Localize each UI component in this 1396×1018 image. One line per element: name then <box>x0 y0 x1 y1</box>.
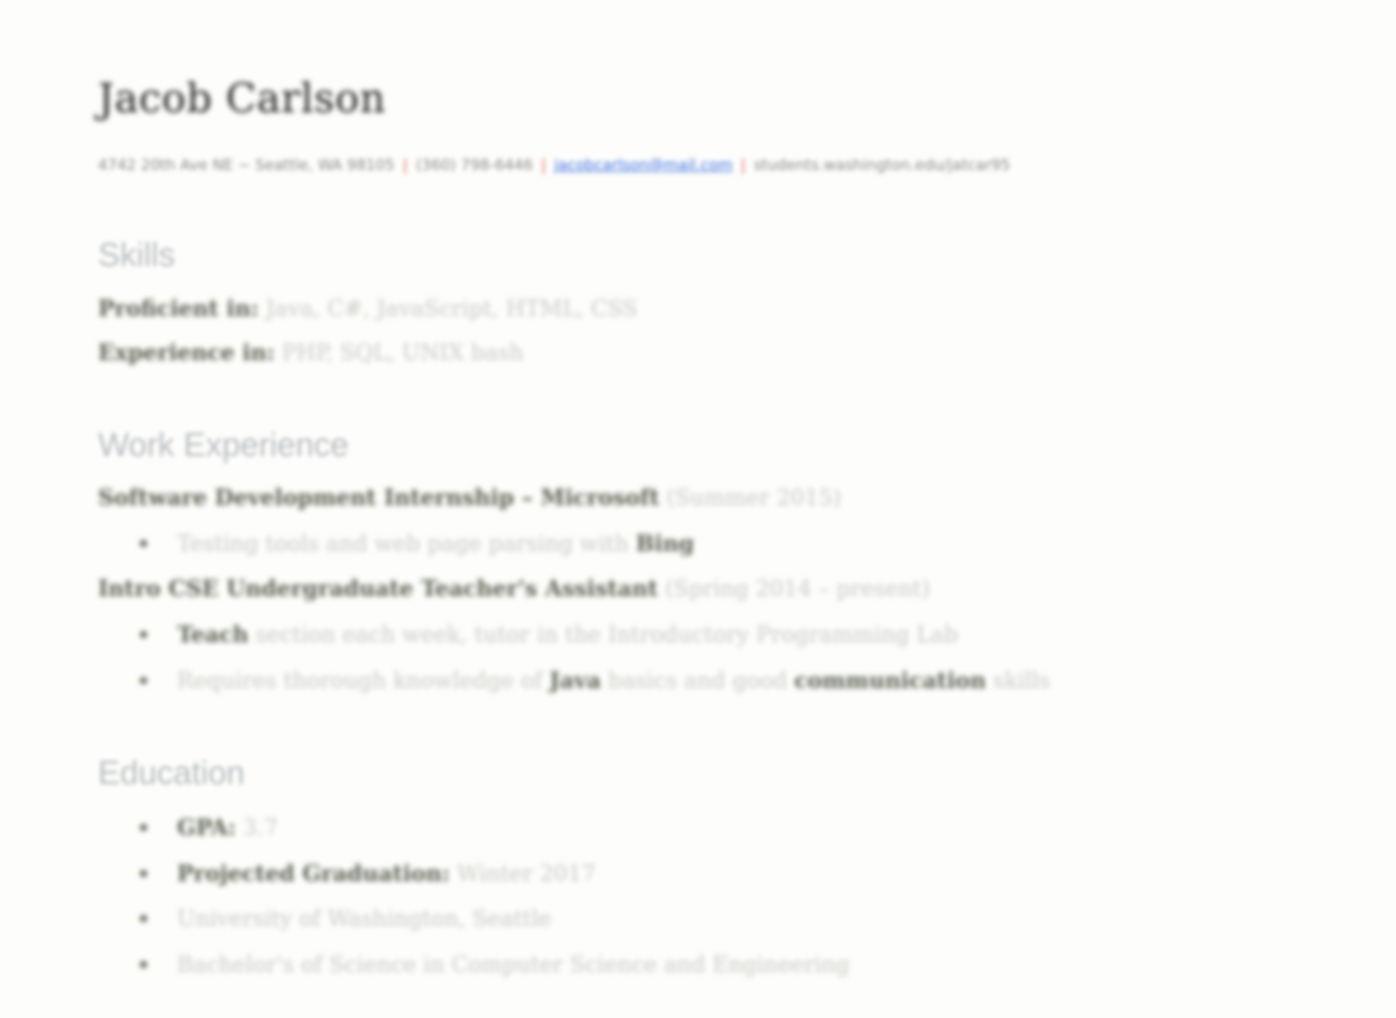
resume-name: Jacob Carlson <box>98 76 386 122</box>
education-grad-label: Projected Graduation: <box>177 861 450 887</box>
education-gpa-value: 3.7 <box>242 816 278 841</box>
education-grad-value: Winter 2017 <box>456 862 596 887</box>
job1-bullet-1: Testing tools and web page parsing with … <box>140 531 694 557</box>
bullet-dot <box>140 914 147 922</box>
bullet-dot <box>140 676 147 684</box>
bullet-dot <box>140 869 147 877</box>
job2-bullet-2-mid: basics and good <box>608 669 788 694</box>
education-degree-text: Bachelor's of Science in Computer Scienc… <box>177 953 850 978</box>
resume-page: Jacob Carlson 4742 20th Ave NE ~ Seattle… <box>0 0 1396 1018</box>
contact-separator: | <box>402 156 408 174</box>
job2-bullet-2: Requires thorough knowledge of Java basi… <box>140 668 1050 694</box>
job2-bullet-2-pre: Requires thorough knowledge of <box>177 669 543 694</box>
contact-separator: | <box>740 156 746 174</box>
job1-dates: (Summer 2015) <box>666 486 842 511</box>
bullet-dot <box>140 539 147 547</box>
education-degree: Bachelor's of Science in Computer Scienc… <box>140 953 850 978</box>
contact-website: students.washington.edu/jatcar95 <box>753 156 1011 174</box>
education-graduation: Projected Graduation: Winter 2017 <box>140 861 596 887</box>
contact-phone: (360) 798-6446 <box>415 156 534 174</box>
education-school: University of Washington, Seattle <box>140 907 551 932</box>
job2-title: Intro CSE Undergraduate Teacher's Assist… <box>98 576 659 602</box>
job2-dates: (Spring 2014 – present) <box>665 577 931 602</box>
contact-line: 4742 20th Ave NE ~ Seattle, WA 98105 | (36… <box>98 156 1010 174</box>
bullet-dot <box>140 823 147 831</box>
skills-proficient-line: Proficient in: Java, C#, JavaScript, HTM… <box>98 296 637 322</box>
job1-title: Software Development Internship – Micros… <box>98 485 660 511</box>
skills-proficient-value: Java, C#, JavaScript, HTML, CSS <box>265 297 638 322</box>
job2-bullet-1: Teach section each week, tutor in the In… <box>140 622 958 648</box>
education-heading: Education <box>98 754 245 791</box>
job2-bullet-2-bold-1: Java <box>549 668 602 694</box>
job1-bullet-1-bold: Bing <box>635 531 695 557</box>
bullet-dot <box>140 630 147 638</box>
skills-experience-label: Experience in: <box>98 340 275 366</box>
contact-address: 4742 20th Ave NE ~ Seattle, WA 98105 <box>98 156 395 174</box>
education-school-text: University of Washington, Seattle <box>177 907 552 932</box>
job2-bullet-1-bold: Teach <box>177 622 249 648</box>
work-heading: Work Experience <box>98 426 349 463</box>
job2-bullet-2-bold-2: communication <box>794 668 986 694</box>
skills-experience-line: Experience in: PHP, SQL, UNIX bash <box>98 340 524 366</box>
job1-line: Software Development Internship – Micros… <box>98 485 841 511</box>
bullet-dot <box>140 960 147 968</box>
skills-experience-value: PHP, SQL, UNIX bash <box>281 341 524 366</box>
skills-heading: Skills <box>98 236 176 273</box>
job2-bullet-1-text: section each week, tutor in the Introduc… <box>255 623 959 648</box>
job2-line: Intro CSE Undergraduate Teacher's Assist… <box>98 576 930 602</box>
education-gpa: GPA: 3.7 <box>140 815 278 841</box>
contact-separator: | <box>541 156 547 174</box>
job2-bullet-2-post: skills <box>993 669 1051 694</box>
skills-proficient-label: Proficient in: <box>98 296 259 322</box>
education-gpa-label: GPA: <box>177 815 236 841</box>
contact-email-link[interactable]: jacobcarlson@mail.com <box>554 156 733 174</box>
job1-bullet-1-text: Testing tools and web page parsing with <box>177 532 629 557</box>
